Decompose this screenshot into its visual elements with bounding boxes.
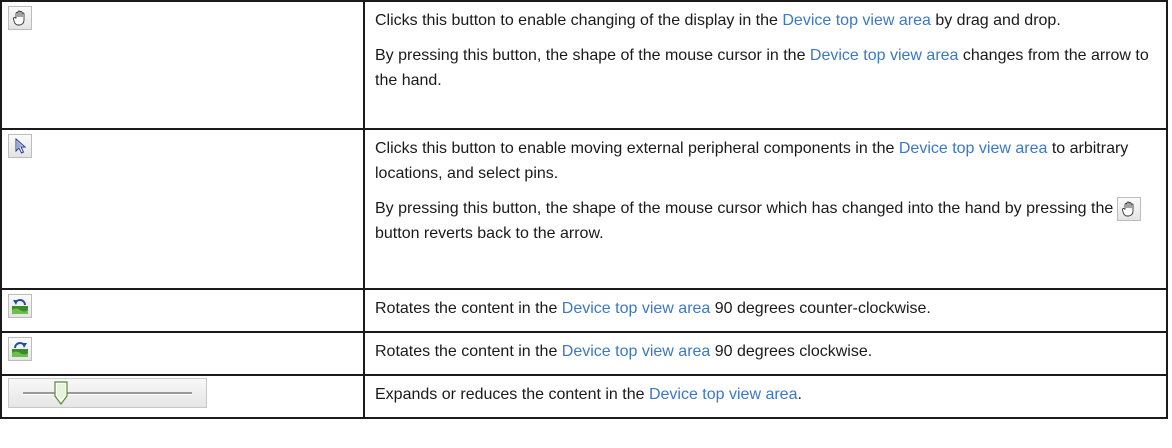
text: by drag and drop.	[930, 12, 1061, 29]
slider-thumb[interactable]	[54, 381, 68, 405]
text: By pressing this button, the shape of th…	[375, 200, 1114, 217]
text: Rotates the content in the	[375, 343, 562, 360]
toolbar-buttons-table: Clicks this button to enable changing of…	[0, 0, 1168, 419]
arrow-select-icon[interactable]	[8, 134, 32, 158]
text: By pressing this button, the shape of th…	[375, 47, 810, 64]
device-top-view-link[interactable]: Device top view area	[562, 343, 711, 360]
text: .	[797, 386, 802, 403]
description-cell: Expands or reduces the content in the De…	[363, 374, 1168, 419]
hand-pan-icon[interactable]	[8, 6, 32, 30]
table-row: Rotates the content in the Device top vi…	[0, 288, 1168, 333]
description-paragraph: Expands or reduces the content in the De…	[375, 382, 1156, 407]
icon-cell	[0, 331, 365, 376]
icon-cell	[0, 0, 365, 130]
zoom-slider[interactable]	[8, 378, 207, 408]
text: 90 degrees clockwise.	[710, 343, 873, 360]
text: Clicks this button to enable changing of…	[375, 12, 783, 29]
description-cell: Clicks this button to enable changing of…	[363, 0, 1168, 130]
device-top-view-link[interactable]: Device top view area	[649, 386, 798, 403]
text: 90 degrees counter-clockwise.	[710, 300, 931, 317]
hand-pan-icon	[1117, 196, 1142, 221]
description-cell: Rotates the content in the Device top vi…	[363, 288, 1168, 333]
description-paragraph: By pressing this button, the shape of th…	[375, 196, 1156, 246]
table-row: Expands or reduces the content in the De…	[0, 374, 1168, 419]
table-row: Clicks this button to enable changing of…	[0, 0, 1168, 130]
description-paragraph: By pressing this button, the shape of th…	[375, 43, 1156, 93]
icon-cell	[0, 288, 365, 333]
description-cell: Clicks this button to enable moving exte…	[363, 128, 1168, 290]
text: Expands or reduces the content in the	[375, 386, 649, 403]
icon-cell	[0, 128, 365, 290]
icon-cell	[0, 374, 365, 419]
table-row: Clicks this button to enable moving exte…	[0, 128, 1168, 290]
table-row: Rotates the content in the Device top vi…	[0, 331, 1168, 376]
text: Clicks this button to enable moving exte…	[375, 140, 899, 157]
device-top-view-link[interactable]: Device top view area	[899, 140, 1048, 157]
description-paragraph: Clicks this button to enable moving exte…	[375, 136, 1156, 186]
device-top-view-link[interactable]: Device top view area	[782, 12, 931, 29]
device-top-view-link[interactable]: Device top view area	[810, 47, 959, 64]
slider-track	[23, 392, 192, 395]
description-cell: Rotates the content in the Device top vi…	[363, 331, 1168, 376]
description-paragraph: Rotates the content in the Device top vi…	[375, 296, 1156, 321]
rotate-counter-clockwise-icon[interactable]	[8, 294, 32, 318]
description-paragraph: Rotates the content in the Device top vi…	[375, 339, 1156, 364]
device-top-view-link[interactable]: Device top view area	[562, 300, 711, 317]
text: Rotates the content in the	[375, 300, 562, 317]
description-paragraph: Clicks this button to enable changing of…	[375, 8, 1156, 33]
text: button reverts back to the arrow.	[375, 225, 604, 242]
rotate-clockwise-icon[interactable]	[8, 337, 32, 361]
